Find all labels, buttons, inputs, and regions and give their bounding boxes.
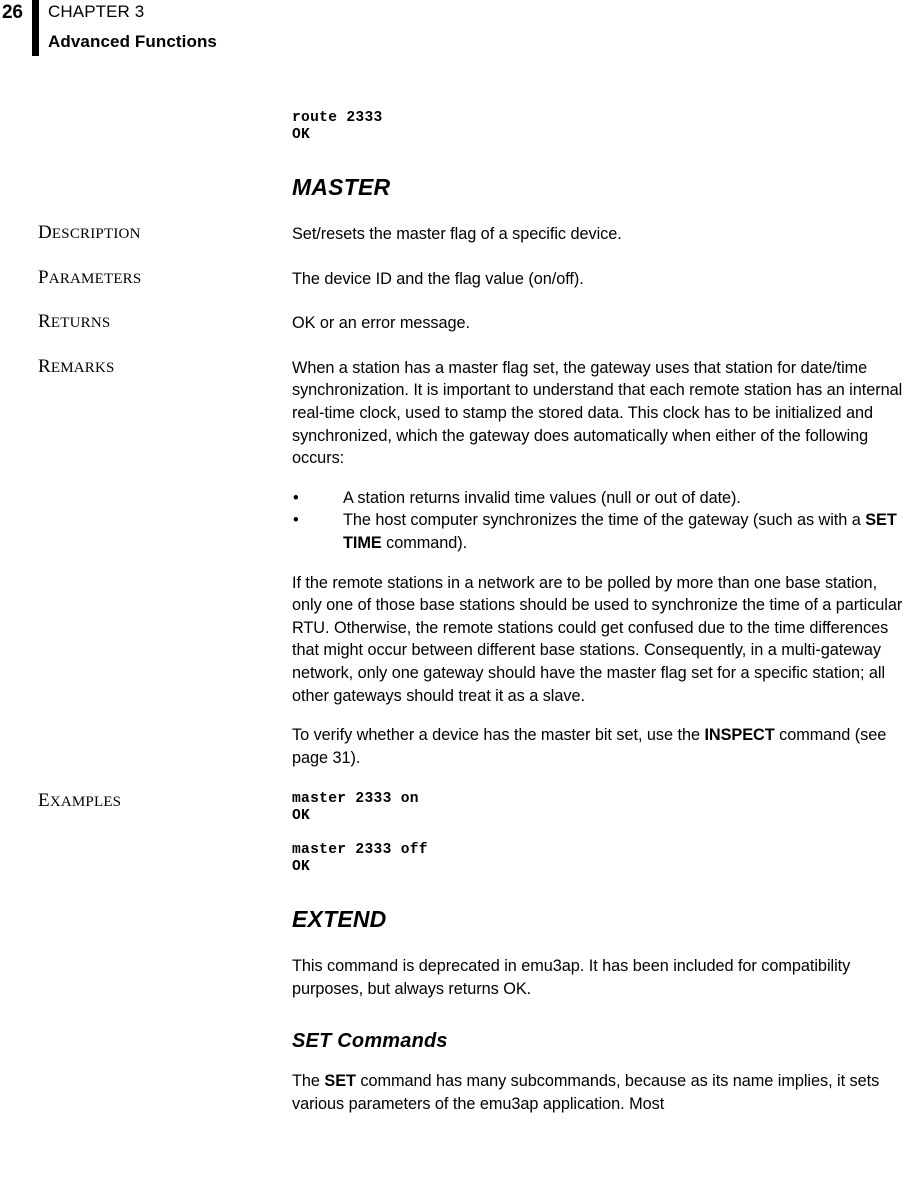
- label-remarks-rest: EMARKS: [50, 359, 115, 376]
- set-paragraph-before: The: [292, 1072, 325, 1091]
- set-paragraph-after: command has many subcommands, because as…: [292, 1072, 880, 1114]
- description-text: Set/resets the master flag of a specific…: [292, 225, 622, 243]
- remarks-row: REMARKS When a station has a master flag…: [0, 355, 911, 770]
- list-item: • The host computer synchronizes the time…: [292, 509, 910, 554]
- label-returns: RETURNS: [38, 311, 278, 333]
- description-row: DESCRIPTION Set/resets the master flag o…: [0, 222, 911, 246]
- label-remarks: REMARKS: [38, 355, 278, 378]
- label-parameters-rest: ARAMETERS: [48, 270, 142, 287]
- page-number: 26: [2, 2, 23, 23]
- list-item-text-tail: command).: [381, 533, 468, 552]
- label-description-initial: D: [38, 222, 52, 243]
- heading-set-commands: SET Commands: [292, 1030, 448, 1053]
- chapter-label: CHAPTER 3: [48, 2, 145, 21]
- heading-extend: EXTEND: [292, 906, 387, 933]
- page-header: 26 CHAPTER 3 Advanced Functions: [0, 0, 911, 60]
- parameters-row: PARAMETERS The device ID and the flag va…: [0, 266, 911, 291]
- label-parameters-initial: P: [38, 266, 49, 288]
- label-returns-initial: R: [38, 311, 51, 333]
- remarks-bullet-list: • A station returns invalid time values (…: [292, 487, 910, 555]
- list-item-text: The host computer synchronizes the time …: [343, 511, 866, 530]
- set-paragraph: The SET command has many subcommands, be…: [292, 1070, 910, 1115]
- examples-row: EXAMPLES master 2333 on OK master 2333 o…: [0, 790, 911, 876]
- master-heading-row: MASTER: [0, 174, 911, 201]
- code-block-master-off: master 2333 off OK: [292, 842, 428, 876]
- chapter-title: Advanced Functions: [48, 32, 217, 51]
- inline-command-inspect: INSPECT: [704, 726, 775, 745]
- set-paragraph-row: The SET command has many subcommands, be…: [0, 1070, 911, 1115]
- label-description-rest: ESCRIPTION: [51, 226, 141, 242]
- parameters-text: The device ID and the flag value (on/off…: [292, 269, 584, 288]
- remarks-paragraph-1: When a station has a master flag set, th…: [292, 358, 903, 468]
- header-vertical-rule: [32, 0, 39, 56]
- label-returns-rest: ETURNS: [50, 315, 111, 332]
- label-examples-rest: XAMPLES: [49, 794, 122, 811]
- extend-paragraph: This command is deprecated in emu3ap. It…: [292, 957, 851, 998]
- bullet-icon: •: [293, 488, 299, 507]
- label-remarks-initial: R: [38, 355, 51, 377]
- set-heading-row: SET Commands: [0, 1030, 911, 1053]
- bullet-icon: •: [293, 511, 299, 530]
- remarks-p3-before: To verify whether a device has the maste…: [292, 726, 705, 745]
- page-content: route 2333 OK MASTER DESCRIPTION Set/res…: [0, 110, 911, 1116]
- label-description: DESCRIPTION: [38, 222, 278, 244]
- extend-paragraph-row: This command is deprecated in emu3ap. It…: [0, 955, 911, 1000]
- returns-text: OK or an error message.: [292, 314, 471, 333]
- label-examples: EXAMPLES: [38, 790, 278, 812]
- top-code-row: route 2333 OK: [0, 110, 911, 144]
- extend-heading-row: EXTEND: [0, 906, 911, 933]
- remarks-paragraph-3: To verify whether a device has the maste…: [292, 724, 910, 769]
- list-item-text: A station returns invalid time values (n…: [343, 488, 741, 507]
- heading-master: MASTER: [292, 174, 391, 200]
- label-parameters: PARAMETERS: [38, 266, 278, 289]
- remarks-paragraph-2: If the remote stations in a network are …: [292, 573, 903, 705]
- code-block-master-on: master 2333 on OK: [292, 791, 419, 825]
- list-item: • A station returns invalid time values (…: [292, 487, 910, 510]
- label-examples-initial: E: [38, 790, 50, 812]
- inline-command-set: SET: [324, 1072, 356, 1091]
- returns-row: RETURNS OK or an error message.: [0, 311, 911, 335]
- code-block-route: route 2333 OK: [292, 110, 383, 143]
